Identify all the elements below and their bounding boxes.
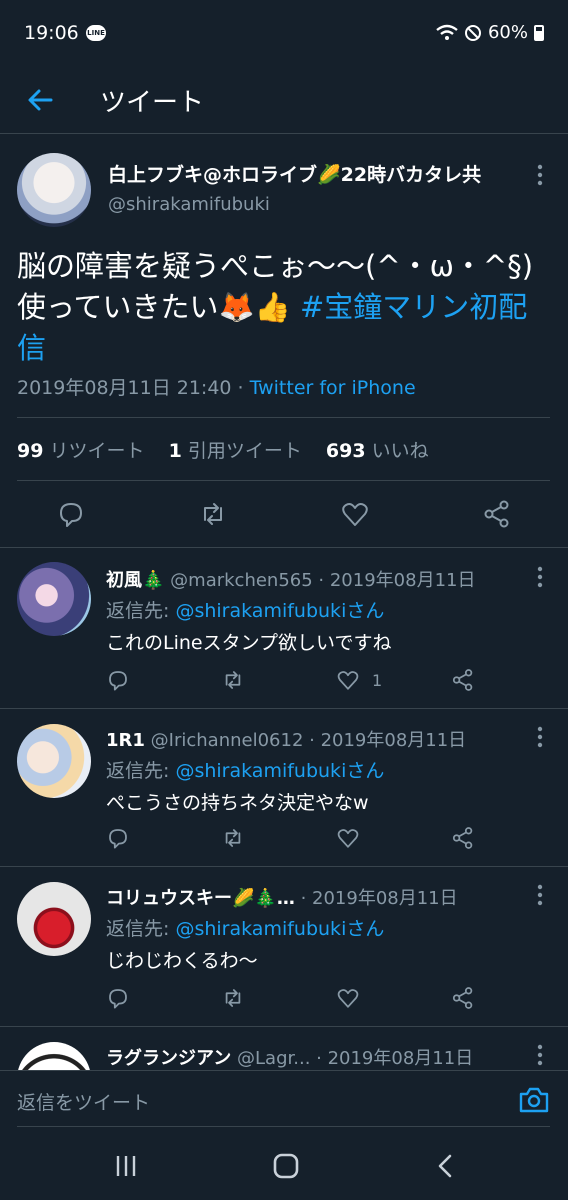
- heart-icon[interactable]: [336, 986, 360, 1010]
- hashtag-link-continued[interactable]: 信: [17, 331, 46, 365]
- retweet-icon[interactable]: [221, 826, 245, 850]
- arrow-left-icon[interactable]: [24, 84, 56, 116]
- divider: [0, 708, 568, 709]
- author-name[interactable]: 白上フブキ@ホロライブ🌽22時バカタレ共: [108, 160, 481, 187]
- reply-icon[interactable]: [106, 986, 130, 1010]
- mention-link[interactable]: @shirakamifubukiさん: [175, 760, 384, 782]
- retweets-count: 99: [17, 440, 44, 462]
- divider: [0, 547, 568, 548]
- line-app-icon: LINE: [86, 25, 106, 41]
- share-icon[interactable]: [451, 986, 475, 1010]
- page-title: ツイート: [100, 88, 205, 118]
- divider: [0, 866, 568, 867]
- reply-author-name[interactable]: ラグランジアン: [106, 1048, 231, 1069]
- reply-icon[interactable]: [56, 499, 86, 529]
- more-vertical-icon[interactable]: [537, 884, 543, 906]
- compose-underline: [17, 1126, 550, 1127]
- do-not-disturb-icon: [464, 24, 481, 41]
- divider: [17, 417, 550, 418]
- reply-to-label: 返信先:: [106, 600, 176, 622]
- reply-to-label: 返信先:: [106, 760, 176, 782]
- tweet-timestamp: 2019年08月11日 21:40: [17, 377, 232, 399]
- battery-icon: [534, 24, 544, 41]
- reply-to-label: 返信先:: [106, 918, 176, 940]
- hashtag-link[interactable]: #宝鐘マリン初配: [300, 290, 527, 324]
- share-icon[interactable]: [451, 826, 475, 850]
- more-vertical-icon[interactable]: [537, 726, 543, 748]
- status-bar: 19:06 LINE 60%: [0, 0, 568, 68]
- tweet-text: 脳の障害を疑うぺこぉ〜〜(^・ω・^§) 使っていきたい🦊👍 #宝鐘マリン初配 …: [17, 246, 557, 369]
- status-time: 19:06: [24, 22, 79, 44]
- reply-to: 返信先: @shirakamifubukiさん: [106, 756, 384, 783]
- reply-text: ぺこうさの持ちネタ決定やなw: [106, 792, 369, 814]
- tweet-text-line: 使っていきたい🦊👍 #宝鐘マリン初配: [17, 287, 557, 328]
- recents-icon[interactable]: [110, 1150, 142, 1182]
- back-chevron-icon[interactable]: [430, 1150, 462, 1182]
- reply-author-name[interactable]: 初風🎄: [106, 570, 164, 591]
- more-vertical-icon[interactable]: [537, 566, 543, 588]
- heart-icon[interactable]: [336, 668, 360, 692]
- status-indicators: 60%: [436, 22, 544, 43]
- retweets-stat[interactable]: 99 リツイート: [17, 440, 145, 462]
- reply-text: じわじわくるわ〜: [106, 950, 258, 972]
- more-vertical-icon[interactable]: [537, 164, 543, 186]
- reply-icon[interactable]: [106, 668, 130, 692]
- reply-handle-date: @Irichannel0612 · 2019年08月11日: [150, 730, 467, 751]
- meta-separator: ·: [231, 377, 250, 399]
- mention-link[interactable]: @shirakamifubukiさん: [175, 918, 384, 940]
- reply-handle-date: @markchen565 · 2019年08月11日: [170, 570, 476, 591]
- reply-author-name[interactable]: 1R1: [106, 730, 145, 751]
- avatar[interactable]: [17, 153, 91, 227]
- reply-compose-bar[interactable]: 返信をツイート: [0, 1070, 568, 1130]
- avatar[interactable]: [17, 562, 91, 636]
- reply-to: 返信先: @shirakamifubukiさん: [106, 914, 384, 941]
- likes-stat[interactable]: 693 いいね: [326, 440, 429, 462]
- reply-input[interactable]: 返信をツイート: [17, 1088, 150, 1115]
- author-handle[interactable]: @shirakamifubuki: [108, 194, 270, 215]
- home-icon[interactable]: [270, 1150, 302, 1182]
- tweet-stats: 99 リツイート 1 引用ツイート 693 いいね: [17, 436, 429, 463]
- share-icon[interactable]: [482, 499, 512, 529]
- reply-handle-date: · 2019年08月11日: [300, 888, 458, 909]
- quotes-label: 引用ツイート: [187, 440, 302, 462]
- avatar[interactable]: [17, 882, 91, 956]
- mention-link[interactable]: @shirakamifubukiさん: [175, 600, 384, 622]
- divider: [0, 1026, 568, 1027]
- like-count: 1: [372, 671, 383, 690]
- camera-icon[interactable]: [518, 1085, 550, 1115]
- reply-to: 返信先: @shirakamifubukiさん: [106, 596, 384, 623]
- reply-header: コリュウスキー🌽🎄… · 2019年08月11日: [106, 884, 458, 910]
- battery-percent: 60%: [487, 22, 528, 43]
- reply-header: 初風🎄 @markchen565 · 2019年08月11日: [106, 566, 475, 592]
- retweet-icon[interactable]: [221, 668, 245, 692]
- reply-header: ラグランジアン @Lagr... · 2019年08月11日: [106, 1044, 473, 1070]
- reply-author-name[interactable]: コリュウスキー🌽🎄…: [106, 888, 295, 909]
- reply-text: これのLineスタンプ欲しいですね: [106, 632, 392, 654]
- wifi-icon: [436, 24, 458, 40]
- retweet-icon[interactable]: [221, 986, 245, 1010]
- likes-label: いいね: [371, 440, 429, 462]
- retweet-icon[interactable]: [198, 499, 228, 529]
- tweet-text-line: 脳の障害を疑うぺこぉ〜〜(^・ω・^§): [17, 249, 534, 283]
- tweet-meta: 2019年08月11日 21:40 · Twitter for iPhone: [17, 373, 416, 400]
- share-icon[interactable]: [451, 668, 475, 692]
- tweet-text-line: 信: [17, 328, 557, 369]
- divider: [17, 480, 550, 481]
- likes-count: 693: [325, 440, 366, 462]
- avatar[interactable]: [17, 724, 91, 798]
- reply-icon[interactable]: [106, 826, 130, 850]
- more-vertical-icon[interactable]: [537, 1044, 543, 1066]
- tweet-source-link[interactable]: Twitter for iPhone: [250, 377, 416, 399]
- retweets-label: リツイート: [49, 440, 145, 462]
- reply-handle-date: @Lagr... · 2019年08月11日: [237, 1048, 474, 1069]
- quotes-stat[interactable]: 1 引用ツイート: [169, 440, 302, 462]
- header: ツイート: [0, 68, 568, 134]
- tweet-actions: [0, 495, 568, 535]
- heart-icon[interactable]: [336, 826, 360, 850]
- tweet-text-fragment: 使っていきたい🦊👍: [17, 290, 300, 324]
- reply-header: 1R1 @Irichannel0612 · 2019年08月11日: [106, 726, 466, 752]
- system-nav-bar: [0, 1130, 568, 1200]
- quotes-count: 1: [168, 440, 182, 462]
- heart-icon[interactable]: [340, 499, 370, 529]
